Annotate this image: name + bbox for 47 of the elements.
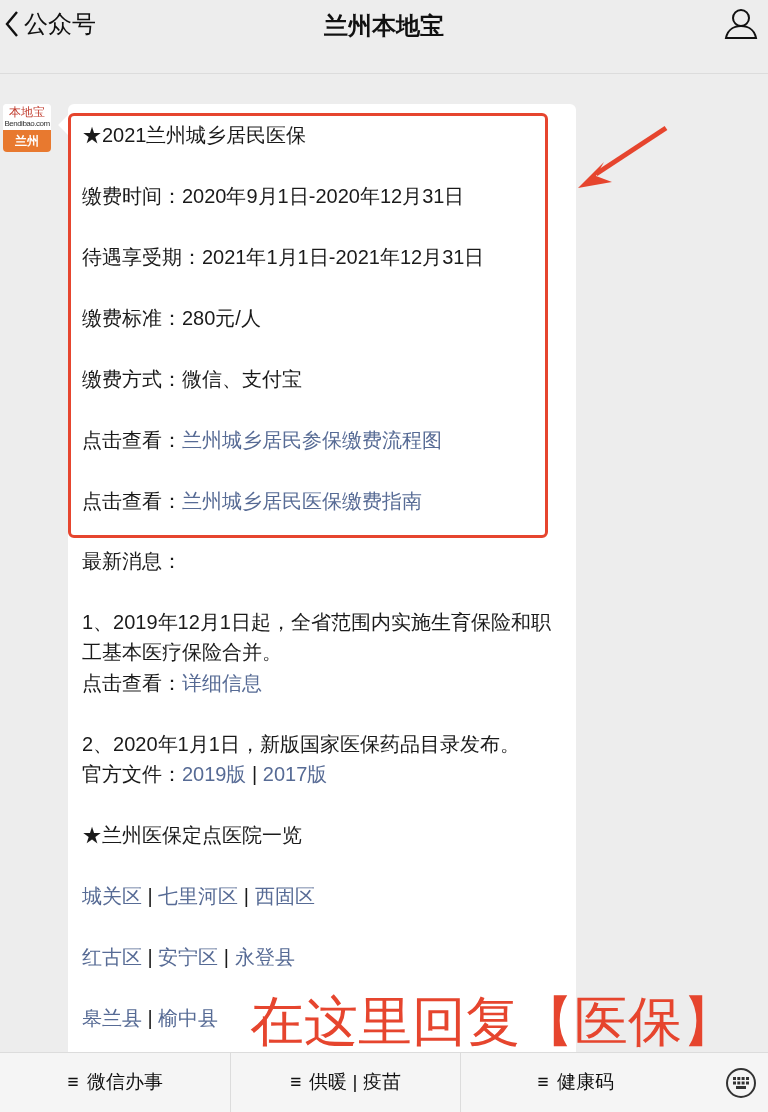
back-button[interactable]: 公众号: [4, 6, 96, 42]
message-text: |: [242, 885, 251, 907]
message-text: |: [146, 946, 154, 968]
message-text: 最新消息：: [82, 549, 182, 572]
menu-button[interactable]: ≡ 微信办事: [0, 1053, 230, 1112]
menu-icon: ≡: [290, 1068, 302, 1097]
message-text: 点击查看：: [82, 490, 182, 512]
window-title: 兰州本地宝: [324, 11, 444, 41]
link[interactable]: 详细信息: [182, 671, 262, 694]
message-text: 缴费时间：2020年9月1日-2020年12月31日: [82, 185, 465, 207]
link[interactable]: 兰州城乡居民参保缴费流程图: [182, 429, 442, 451]
message-text: |: [251, 763, 259, 785]
menu-button[interactable]: ≡ 供暖 | 疫苗: [230, 1053, 460, 1112]
link[interactable]: 七里河区: [158, 885, 239, 907]
message-text: 点击查看：: [82, 671, 182, 694]
keyboard-icon: [733, 1076, 749, 1089]
message-text: |: [146, 1007, 154, 1029]
back-icon: [4, 10, 20, 38]
link[interactable]: 安宁区: [158, 946, 219, 968]
menu-icon: ≡: [537, 1068, 549, 1097]
link[interactable]: 西固区: [254, 885, 315, 907]
profile-button[interactable]: [724, 8, 758, 40]
message-text: 待遇享受期：2021年1月1日-2021年12月31日: [82, 246, 485, 268]
annotation-text: 在这里回复【医保】: [250, 992, 736, 1050]
message-text: 1、2019年12月1日起，全省范围内实施生育保险和职工基本医疗保险合并。: [82, 610, 551, 663]
link[interactable]: 永登县: [234, 946, 295, 968]
message-text: |: [222, 946, 231, 968]
link[interactable]: 兰州城乡居民医保缴费指南: [182, 490, 422, 512]
message-text: 缴费标准：280元/人: [82, 307, 261, 329]
message-text: 点击查看：: [82, 429, 182, 451]
menu-button[interactable]: ≡ 健康码: [460, 1053, 690, 1112]
message-text: |: [146, 885, 154, 907]
link[interactable]: 榆中县: [158, 1007, 219, 1029]
message-text: 缴费方式：微信、支付宝: [82, 368, 302, 390]
menu-icon: ≡: [67, 1068, 79, 1097]
person-icon: [724, 8, 758, 40]
message-text: 官方文件：: [82, 763, 182, 785]
message-text: 2、2020年1月1日，新版国家医保药品目录发布。: [82, 732, 520, 755]
account-logo: 本地宝 Bendibao.com 兰州: [3, 104, 51, 152]
link[interactable]: 红古区: [82, 946, 142, 968]
message-text: ★2021兰州城乡居民医保: [82, 124, 307, 146]
link[interactable]: 2019版: [182, 763, 247, 785]
keyboard-button[interactable]: [726, 1067, 756, 1098]
link[interactable]: 2017版: [262, 763, 328, 785]
link[interactable]: 城关区: [82, 885, 142, 907]
link[interactable]: 皋兰县: [82, 1007, 142, 1029]
message-text: ★兰州医保定点医院一览: [82, 824, 302, 846]
